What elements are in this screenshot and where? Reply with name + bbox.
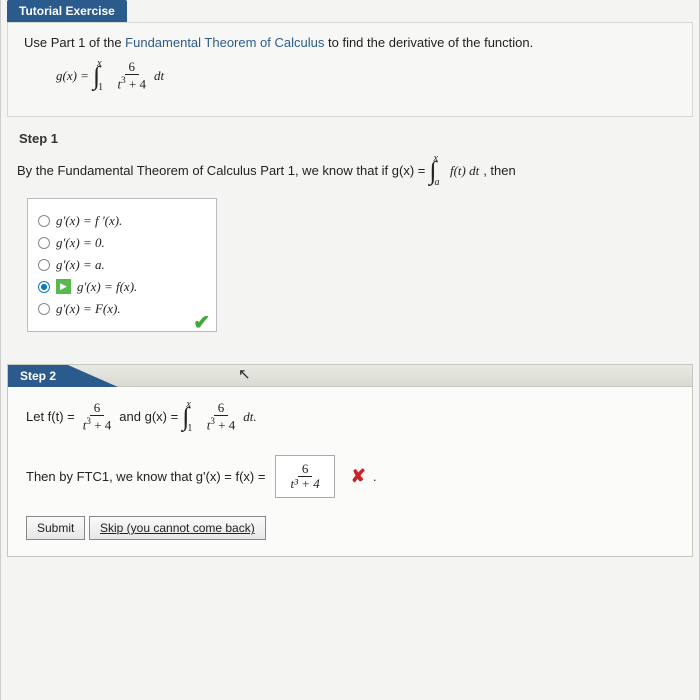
button-row: Submit Skip (you cannot come back) xyxy=(26,516,674,540)
option-label: g'(x) = 0. xyxy=(56,235,105,251)
step2-then-line: Then by FTC1, we know that g'(x) = f(x) … xyxy=(26,455,674,499)
ftc-link[interactable]: Fundamental Theorem of Calculus xyxy=(125,35,324,50)
problem-formula: g(x) = ∫ 1 x 6 t3 + 4 dt xyxy=(56,60,676,92)
step2-section: Step 2 ↖ Let f(t) = 6 t3 + 4 and g(x) = … xyxy=(7,364,693,558)
g-of-x-label: g(x) = xyxy=(56,68,89,84)
step1-text: By the Fundamental Theorem of Calculus P… xyxy=(17,156,683,186)
radio-option[interactable]: g'(x) = a. xyxy=(38,257,206,273)
option-label: g'(x) = F(x). xyxy=(56,301,121,317)
skip-button[interactable]: Skip (you cannot come back) xyxy=(89,516,266,540)
step2-let-line: Let f(t) = 6 t3 + 4 and g(x) = ∫ 1 x 6 xyxy=(26,401,674,433)
integral-upper-limit: x xyxy=(97,58,101,69)
radio-icon xyxy=(38,237,50,249)
integral-upper-limit-x: x xyxy=(434,153,438,164)
step1-section: Step 1 By the Fundamental Theorem of Cal… xyxy=(7,131,693,352)
radio-icon xyxy=(38,281,50,293)
dt-label: dt xyxy=(154,68,164,84)
radio-option[interactable]: g'(x) = F(x). xyxy=(38,301,206,317)
integral-lower-limit-a: a xyxy=(435,177,440,188)
submit-button[interactable]: Submit xyxy=(26,516,85,540)
problem-statement: Use Part 1 of the Fundamental Theorem of… xyxy=(7,22,693,117)
option-label: g'(x) = a. xyxy=(56,257,105,273)
cursor-icon: ↖ xyxy=(238,365,251,383)
numerator: 6 xyxy=(125,60,140,75)
tutorial-tab: Tutorial Exercise xyxy=(7,0,127,22)
radio-icon xyxy=(38,303,50,315)
radio-icon xyxy=(38,259,50,271)
radio-option[interactable]: g'(x) = f '(x). xyxy=(38,213,206,229)
integral-lower-limit: 1 xyxy=(98,82,103,93)
option-label: g'(x) = f(x). xyxy=(77,279,137,295)
step2-label: Step 2 xyxy=(8,365,68,387)
radio-option[interactable]: g'(x) = 0. xyxy=(38,235,206,251)
radio-icon xyxy=(38,215,50,227)
answer-numerator: 6 xyxy=(298,462,313,477)
option-label: g'(x) = f '(x). xyxy=(56,213,122,229)
answer-input[interactable]: 6 t³ + 4 xyxy=(275,455,334,499)
step1-answer-box: g'(x) = f '(x). g'(x) = 0. g'(x) = a. ▶ … xyxy=(27,198,217,332)
incorrect-icon: ✘ xyxy=(351,466,366,487)
answer-denominator: t³ + 4 xyxy=(286,477,323,491)
play-icon[interactable]: ▶ xyxy=(56,279,71,294)
step1-label: Step 1 xyxy=(19,131,683,146)
problem-text-post: to find the derivative of the function. xyxy=(328,35,533,50)
problem-text-pre: Use Part 1 of the xyxy=(24,35,125,50)
checkmark-icon: ✔ xyxy=(193,310,210,335)
radio-option[interactable]: ▶ g'(x) = f(x). xyxy=(38,279,206,295)
